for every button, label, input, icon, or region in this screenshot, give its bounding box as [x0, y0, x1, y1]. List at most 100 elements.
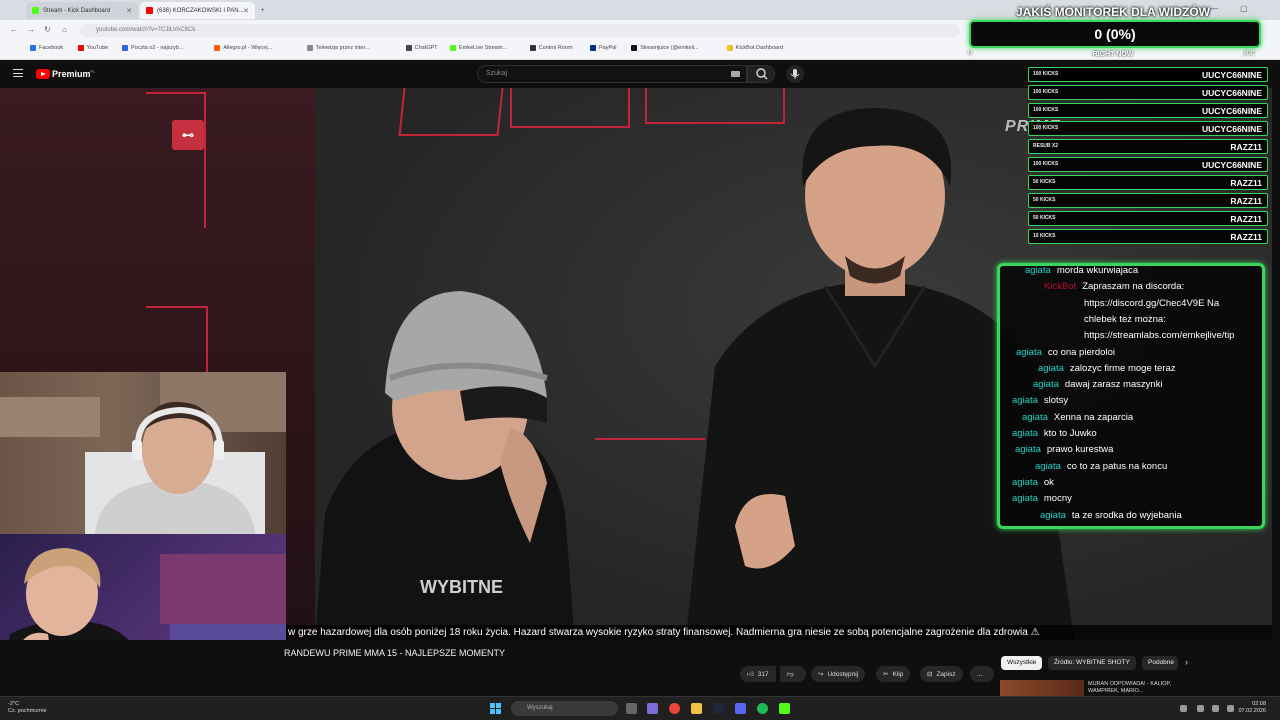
youtube-logo-icon[interactable] [36, 69, 50, 79]
donation-row: RESUB X2 RAZZ11 [1028, 139, 1268, 154]
bookmark-item[interactable]: Allegro.pl - Więcej... [214, 45, 272, 51]
clock-date: 07.02.2026 [1238, 708, 1266, 714]
scissors-icon: ✂ [883, 671, 889, 678]
recommendation-thumbnail[interactable] [1000, 680, 1084, 696]
discord-icon[interactable] [735, 703, 746, 714]
back-icon[interactable]: ← [10, 25, 18, 34]
url-field[interactable]: youtube.com/watch?v=7CJILVAC8Ck [80, 24, 960, 37]
start-icon[interactable] [490, 703, 501, 714]
chip-source[interactable]: Źródło: WYBITNE SHOTY [1048, 656, 1136, 670]
search-icon [756, 68, 768, 80]
browser-tab-kick[interactable]: Stream - Kick Dashboard ✕ [26, 2, 138, 19]
donation-amount: 50 KICKS [1033, 179, 1056, 185]
reload-icon[interactable]: ↻ [44, 25, 51, 34]
chat-text: ta ze srodka do wyjebania [1071, 509, 1182, 521]
clip-button[interactable]: ✂ Klip [876, 666, 911, 682]
bookmark-favicon-icon [529, 45, 536, 51]
donation-row: 10 KICKS RAZZ11 [1028, 229, 1268, 244]
spotify-icon[interactable] [757, 703, 768, 714]
bookmark-item[interactable]: ChatGPT [405, 45, 438, 51]
chat-message: agiata Xenna na zaparcia [1022, 410, 1133, 425]
chip-all[interactable]: Wszystkie [1001, 656, 1043, 670]
chat-text: https://discord.gg/Chec4V9E Na [1084, 297, 1220, 309]
bookmark-favicon-icon [77, 45, 84, 51]
chrome-icon[interactable] [669, 703, 680, 714]
chip-similar[interactable]: Podobne [1142, 656, 1178, 670]
volume-icon[interactable] [1212, 705, 1219, 712]
tray-chevron-icon[interactable] [1180, 705, 1187, 712]
voice-search-button[interactable] [786, 65, 804, 83]
video-title: RANDEWU PRIME MMA 15 - NAJLEPSZE MOMENTY [284, 648, 506, 658]
home-icon[interactable]: ⌂ [62, 25, 67, 34]
chevron-right-icon[interactable]: › [1185, 657, 1188, 667]
chat-text: https://streamlabs.com/emkejlive/tip [1084, 330, 1235, 342]
weather-widget[interactable]: -2°C Cz. pochmurnie [8, 701, 47, 715]
neon-frame [398, 88, 504, 136]
donation-row: 100 KICKS UUCYC66NINE [1028, 103, 1268, 118]
chat-message: KickBot Zapraszam na discorda: [1044, 279, 1184, 294]
dislike-button[interactable]: 👎︎ [780, 666, 806, 682]
bookmark-item[interactable]: PayPal [590, 45, 616, 51]
chat-text: chlebek też można: [1084, 313, 1166, 325]
chat-username: agiata [1025, 265, 1051, 276]
chat-text: dawaj zarasz maszynki [1064, 379, 1163, 391]
close-tab-icon[interactable]: ✕ [243, 7, 249, 15]
keyboard-icon[interactable] [731, 71, 740, 77]
youtube-premium-logo[interactable]: PremiumPL [52, 69, 95, 79]
share-label: Udostępnij [827, 670, 859, 678]
video-caption: w grze hazardowej dla osób poniżej 18 ro… [286, 625, 1272, 640]
share-button[interactable]: ↪ Udostępnij [811, 666, 866, 682]
bookmark-label: YouTube [86, 45, 109, 51]
like-button[interactable]: 👍︎ 317 [740, 666, 776, 682]
new-tab-button[interactable]: + [258, 2, 272, 19]
battery-icon[interactable] [1227, 705, 1234, 712]
chat-username: agiata [1012, 493, 1038, 505]
steam-icon[interactable] [713, 703, 724, 714]
bookmark-label: Poczta o2 - najszyb... [131, 45, 184, 51]
teams-icon[interactable] [647, 703, 658, 714]
thumbs-down-icon: 👎︎ [787, 671, 794, 678]
save-button[interactable]: ⊟ Zapisz [920, 666, 963, 682]
search-input[interactable]: Szukaj [477, 65, 747, 83]
recommendation-title[interactable]: MURAN ODPOWIADA! - KALIOP, WAMPIREK, MAR… [1088, 681, 1188, 695]
person-beanie-figure: WYBITNE [315, 291, 575, 640]
bookmark-item[interactable]: YouTube [77, 45, 109, 51]
bookmark-item[interactable]: EmkeLive Stream... [450, 45, 507, 51]
task-view-icon[interactable] [626, 703, 637, 714]
file-explorer-icon[interactable] [691, 703, 702, 714]
kick-favicon-icon [32, 7, 39, 14]
webcam-feed-top [0, 372, 286, 534]
bookmark-label: Telewizja przez inter... [315, 45, 370, 51]
bookmark-label: PayPal [599, 45, 617, 51]
donation-row: 50 KICKS RAZZ11 [1028, 193, 1268, 208]
chat-text: Xenna na zaparcia [1053, 411, 1134, 423]
chat-message: agiata slotsy [1012, 393, 1068, 408]
bookmark-item[interactable]: KickBot Dashboard [726, 45, 783, 51]
chat-text: morda wkurwiajaca [1056, 265, 1139, 276]
chat-message: agiata kto to Juwko [1012, 426, 1097, 441]
taskbar-clock[interactable]: 02:08 07.02.2026 [1238, 701, 1266, 715]
bookmark-item[interactable]: Telewizja przez inter... [306, 45, 370, 51]
chat-text: Zapraszam na discorda: [1082, 281, 1185, 293]
kick-icon[interactable] [779, 703, 790, 714]
bookmark-item[interactable]: Control Room [529, 45, 573, 51]
donation-user: RAZZ11 [1230, 178, 1262, 188]
menu-icon[interactable] [13, 69, 23, 77]
search-button[interactable] [747, 65, 775, 83]
browser-tab-youtube[interactable]: (636) KORCZAKOWSKI I PAN... ✕ [140, 2, 255, 19]
bookmark-item[interactable]: Streamjuice (@emkeli... [631, 45, 699, 51]
more-actions-button[interactable]: ... [970, 666, 994, 682]
bookmark-item[interactable]: Poczta o2 - najszyb... [122, 45, 184, 51]
weather-desc: Cz. pochmurnie [8, 708, 47, 714]
chat-username: agiata [1035, 460, 1061, 472]
chat-text: ok [1043, 476, 1054, 488]
forward-icon[interactable]: → [27, 25, 35, 34]
wifi-icon[interactable] [1197, 705, 1204, 712]
bookmark-favicon-icon [405, 45, 412, 51]
donation-amount: 100 KICKS [1033, 125, 1059, 131]
save-label: Zapisz [936, 670, 956, 678]
taskbar-search-input[interactable]: Wyszukaj [511, 701, 618, 716]
donation-user: UUCYC66NINE [1202, 160, 1262, 170]
bookmark-item[interactable]: Facebook [30, 45, 63, 51]
close-tab-icon[interactable]: ✕ [126, 7, 132, 15]
